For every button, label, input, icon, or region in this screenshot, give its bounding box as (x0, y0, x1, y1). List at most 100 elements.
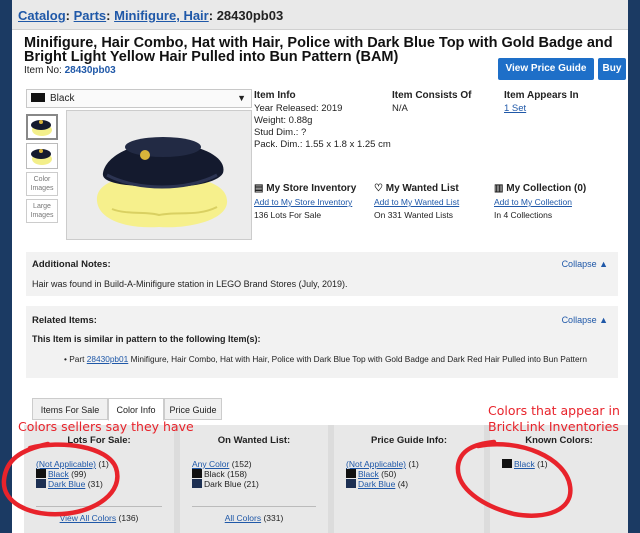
item-consists-of: Item Consists Of N/A (392, 90, 471, 115)
breadcrumb-current: 28430pb03 (216, 8, 284, 23)
lots-for-sale-heading: Lots For Sale: (67, 435, 131, 446)
black-link[interactable]: Black (48, 469, 69, 479)
my-wanted-list: ♡ My Wanted List Add to My Wanted List O… (374, 183, 459, 221)
count: (331) (263, 513, 284, 523)
pack-dim: Pack. Dim.: 1.55 x 1.8 x 1.25 cm (254, 139, 391, 150)
color-images-link[interactable]: Color Images (26, 172, 58, 196)
dark-blue-link[interactable]: Dark Blue (358, 479, 395, 489)
main-item-image (66, 110, 252, 240)
thumbnail-strip: Color Images Large Images (26, 114, 60, 226)
item-appears-in: Item Appears In 1 Set (504, 90, 579, 115)
price-guide-heading: Price Guide Info: (370, 435, 447, 446)
related-items: Related Items: Collapse ▲ This Item is s… (26, 306, 618, 378)
stud-dim: Stud Dim.: ? (254, 127, 307, 138)
buy-button[interactable]: Buy (598, 58, 626, 80)
view-price-guide-button[interactable]: View Price Guide (498, 58, 594, 80)
appears-in-link[interactable]: 1 Set (504, 103, 526, 114)
breadcrumb-minifigure-hair[interactable]: Minifigure, Hair (114, 8, 209, 23)
related-heading: Related Items: (32, 315, 97, 326)
item-info: Item Info Year Released: 2019 Weight: 0.… (254, 90, 391, 151)
view-all-colors-row: View All Colors (136) (36, 506, 162, 523)
wanted-lists-count: On 331 Wanted Lists (374, 210, 454, 220)
count: (50) (381, 469, 397, 479)
wanted-list-rows: Any Color (152) Black (158) Dark Blue (2… (192, 459, 259, 489)
catalog-page: Catalog: Parts: Minifigure, Hair: 28430p… (12, 0, 628, 533)
color-select[interactable]: Black ▼ (26, 89, 252, 108)
item-number-label: Item No: (24, 65, 62, 76)
dark-blue-swatch (36, 479, 46, 488)
count: (1) (98, 459, 109, 469)
list-item: Black (158) (192, 469, 259, 479)
store-icon: ▤ (254, 183, 264, 194)
thumbnail-1[interactable] (26, 114, 58, 140)
count: (21) (243, 479, 259, 489)
list-item: Dark Blue (31) (36, 479, 109, 489)
heart-icon: ♡ (374, 183, 383, 194)
wanted-heading: My Wanted List (385, 183, 459, 194)
not-applicable-link[interactable]: (Not Applicable) (346, 459, 406, 469)
caret-down-icon: ▼ (237, 93, 246, 103)
black-swatch (192, 469, 202, 478)
count: (99) (71, 469, 87, 479)
black-link[interactable]: Black (514, 459, 535, 469)
any-color-link[interactable]: Any Color (192, 459, 229, 469)
consists-of-heading: Item Consists Of (392, 90, 472, 101)
related-item-row: • Part 28430pb01 Minifigure, Hair Combo,… (64, 354, 587, 364)
list-item: Black (50) (346, 469, 419, 479)
breadcrumb-parts[interactable]: Parts (74, 8, 107, 23)
list-item: (Not Applicable) (1) (36, 459, 109, 469)
breadcrumb-catalog[interactable]: Catalog (18, 8, 66, 23)
black-link[interactable]: Black (358, 469, 379, 479)
year-released: Year Released: 2019 (254, 103, 343, 114)
dark-blue-link[interactable]: Dark Blue (48, 479, 85, 489)
add-to-collection-link[interactable]: Add to My Collection (494, 197, 572, 207)
tab-items-for-sale[interactable]: Items For Sale (32, 398, 108, 420)
collections-count: In 4 Collections (494, 210, 553, 220)
related-item-link[interactable]: 28430pb01 (87, 354, 129, 364)
view-all-colors-link[interactable]: View All Colors (60, 513, 117, 523)
dark-blue-swatch (192, 479, 202, 488)
known-colors-rows: Black (1) (502, 459, 548, 469)
not-applicable-link[interactable]: (Not Applicable) (36, 459, 96, 469)
black-swatch (346, 469, 356, 478)
notes-heading: Additional Notes: (32, 259, 111, 270)
lots-for-sale-column: Lots For Sale: (Not Applicable) (1) Blac… (24, 425, 174, 533)
count: (31) (87, 479, 103, 489)
add-to-wanted-link[interactable]: Add to My Wanted List (374, 197, 459, 207)
count: (1) (537, 459, 548, 469)
item-number-link[interactable]: 28430pb03 (65, 65, 116, 76)
weight: Weight: 0.88g (254, 115, 313, 126)
price-guide-column: Price Guide Info: (Not Applicable) (1) B… (334, 425, 484, 533)
thumbnail-2[interactable] (26, 143, 58, 169)
consists-of-value: N/A (392, 103, 408, 114)
tab-price-guide[interactable]: Price Guide (164, 398, 222, 420)
known-colors-column: Known Colors: Black (1) (490, 425, 628, 533)
tab-color-info[interactable]: Color Info (108, 398, 164, 421)
dark-blue-label: Dark Blue (204, 479, 242, 489)
related-subheading: This Item is similar in pattern to the f… (32, 334, 261, 344)
additional-notes: Additional Notes: Collapse ▲ Hair was fo… (26, 252, 618, 296)
black-swatch (502, 459, 512, 468)
annotation-sellers: Colors sellers say they have (18, 419, 194, 434)
count: (136) (118, 513, 139, 523)
collection-heading: My Collection (0) (506, 183, 587, 194)
lots-for-sale-rows: (Not Applicable) (1) Black (99) Dark Blu… (36, 459, 109, 489)
notes-collapse[interactable]: Collapse ▲ (562, 259, 608, 269)
add-to-store-link[interactable]: Add to My Store Inventory (254, 197, 352, 207)
item-info-heading: Item Info (254, 90, 296, 101)
my-store-inventory: ▤ My Store Inventory Add to My Store Inv… (254, 183, 356, 221)
large-images-link[interactable]: Large Images (26, 199, 58, 223)
bullet-prefix: • Part (64, 354, 85, 364)
lots-for-sale-count: 136 Lots For Sale (254, 210, 322, 220)
related-collapse[interactable]: Collapse ▲ (562, 315, 608, 325)
list-item: (Not Applicable) (1) (346, 459, 419, 469)
count: (1) (408, 459, 419, 469)
dark-blue-swatch (346, 479, 356, 488)
list-item: Dark Blue (4) (346, 479, 419, 489)
color-swatch (31, 93, 45, 102)
black-swatch (36, 469, 46, 478)
annotation-inventories-line2: BrickLink Inventories (488, 419, 619, 434)
all-colors-link[interactable]: All Colors (225, 513, 261, 523)
all-colors-row: All Colors (331) (192, 506, 316, 523)
count: (158) (227, 469, 248, 479)
